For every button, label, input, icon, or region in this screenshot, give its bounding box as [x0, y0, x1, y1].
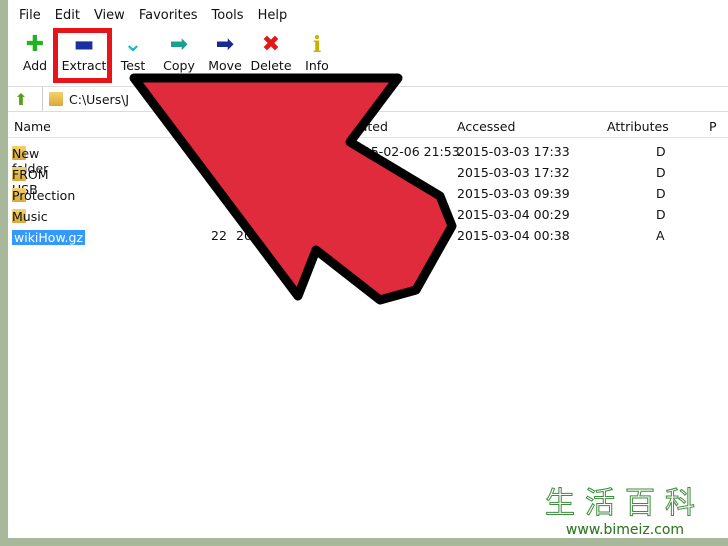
- arrow-shape: [129, 73, 457, 305]
- watermark-chinese: 生活百科: [545, 486, 705, 522]
- red-pointer-arrow: [129, 73, 457, 305]
- watermark-url: www.bimeiz.com: [530, 522, 720, 538]
- watermark: 生活百科 www.bimeiz.com: [530, 478, 720, 539]
